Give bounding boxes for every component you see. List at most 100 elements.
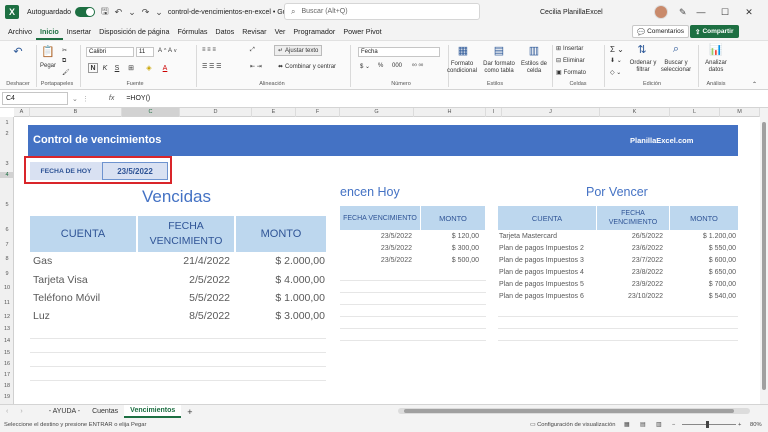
share-button[interactable]: ⇪ Compartir: [690, 25, 739, 38]
scroll-thumb[interactable]: [404, 409, 734, 413]
row-header[interactable]: 7: [0, 242, 14, 248]
table-cell[interactable]: Plan de pagos Impuestos 5: [499, 281, 584, 288]
table-cell[interactable]: $ 1.000,00: [236, 292, 325, 304]
conditional-format-icon[interactable]: ▦: [452, 44, 474, 57]
paste-button[interactable]: Pegar: [40, 63, 56, 69]
tab-datos[interactable]: Datos: [211, 24, 238, 40]
add-sheet-icon[interactable]: +: [181, 407, 198, 417]
column-header-b[interactable]: B: [30, 108, 122, 117]
table-cell[interactable]: 21/4/2022: [138, 255, 230, 267]
table-cell[interactable]: 23/10/2022: [597, 293, 663, 300]
row-header[interactable]: 15: [0, 350, 14, 356]
maximize-icon[interactable]: ☐: [714, 7, 736, 18]
column-header-e[interactable]: E: [252, 108, 296, 117]
column-header-c[interactable]: C: [122, 108, 180, 117]
table-cell[interactable]: Plan de pagos Impuestos 6: [499, 293, 584, 300]
find-select-button[interactable]: Buscar y seleccionar: [658, 60, 694, 74]
avatar[interactable]: [654, 5, 668, 19]
align-top-icon[interactable]: ≡ ≡ ≡: [202, 47, 216, 53]
minimize-icon[interactable]: —: [690, 7, 712, 17]
formula-input[interactable]: =HOY(): [126, 95, 150, 102]
zoom-slider[interactable]: [682, 424, 736, 425]
table-cell[interactable]: 23/5/2022: [340, 233, 412, 240]
table-cell[interactable]: $ 500,00: [421, 257, 479, 264]
pen-icon[interactable]: ✎: [679, 7, 687, 18]
row-header[interactable]: 10: [0, 285, 14, 291]
table-cell[interactable]: $ 120,00: [421, 233, 479, 240]
autosave-toggle[interactable]: [74, 7, 95, 17]
zoom-level[interactable]: 80%: [750, 422, 762, 428]
tab-disposicion[interactable]: Disposición de página: [95, 24, 173, 40]
row-header[interactable]: 1: [0, 120, 14, 126]
font-color-icon[interactable]: A: [160, 63, 170, 73]
table-cell[interactable]: 23/8/2022: [597, 269, 663, 276]
row-header[interactable]: 3: [0, 161, 14, 167]
zoom-slider-thumb[interactable]: [706, 421, 709, 428]
row-header[interactable]: 8: [0, 256, 14, 262]
orientation-icon[interactable]: ⤢: [250, 47, 255, 54]
decimal-icon[interactable]: ⁰⁰ ⁰⁰: [412, 63, 423, 70]
vertical-scrollbar[interactable]: [760, 108, 768, 404]
fx-icon[interactable]: fx: [109, 95, 114, 102]
row-header[interactable]: 2: [0, 131, 14, 137]
name-box-dropdown-icon[interactable]: ⌄: [72, 95, 78, 103]
column-header-i[interactable]: I: [486, 108, 502, 117]
underline-icon[interactable]: S: [112, 63, 122, 73]
table-cell[interactable]: 5/5/2022: [138, 292, 230, 304]
table-cell[interactable]: 23/9/2022: [597, 281, 663, 288]
paste-icon[interactable]: 📋: [40, 45, 56, 58]
table-cell[interactable]: $ 4.000,00: [236, 274, 325, 286]
format-table-icon[interactable]: ▤: [488, 44, 510, 57]
sheet-tab-vencimientos[interactable]: Vencimientos: [124, 405, 182, 418]
table-cell[interactable]: $ 540,00: [670, 293, 736, 300]
comments-button[interactable]: 💬 Comentarios: [632, 25, 689, 38]
column-header-a[interactable]: A: [14, 108, 30, 117]
table-cell[interactable]: 23/5/2022: [340, 257, 412, 264]
row-header[interactable]: 16: [0, 361, 14, 367]
row-header[interactable]: 11: [0, 300, 14, 306]
table-cell[interactable]: Plan de pagos Impuestos 3: [499, 257, 584, 264]
italic-icon[interactable]: K: [100, 63, 110, 73]
table-cell[interactable]: $ 1.200,00: [670, 233, 736, 240]
redo-icon[interactable]: ↷: [142, 7, 150, 18]
row-header[interactable]: 13: [0, 326, 14, 332]
column-header-f[interactable]: F: [296, 108, 340, 117]
column-header-j[interactable]: J: [502, 108, 600, 117]
clear-icon[interactable]: ◇ ⌄: [610, 69, 621, 76]
column-header-k[interactable]: K: [600, 108, 670, 117]
table-cell[interactable]: 23/6/2022: [597, 245, 663, 252]
tab-inicio[interactable]: Inicio: [35, 24, 63, 40]
column-header-h[interactable]: H: [414, 108, 486, 117]
table-cell[interactable]: Tarjeta Visa: [33, 274, 88, 286]
percent-icon[interactable]: %: [378, 63, 383, 69]
page-layout-icon[interactable]: ▤: [640, 422, 645, 428]
sort-filter-button[interactable]: Ordenar y filtrar: [626, 60, 660, 74]
borders-icon[interactable]: ⊞: [126, 63, 136, 73]
table-cell[interactable]: 23/5/2022: [340, 245, 412, 252]
analyze-data-icon[interactable]: 📊: [706, 43, 726, 56]
column-header-l[interactable]: L: [670, 108, 720, 117]
find-select-icon[interactable]: ⌕: [666, 43, 686, 56]
tab-archivo[interactable]: Archivo: [4, 24, 36, 40]
search-input[interactable]: ⌕ Buscar (Alt+Q): [284, 3, 480, 20]
font-name-select[interactable]: Calibri: [86, 47, 134, 57]
cell-styles-button[interactable]: Estilos de celda: [520, 61, 548, 75]
grow-font-icon[interactable]: A ^: [158, 48, 166, 54]
conditional-format-button[interactable]: Formato condicional: [442, 61, 482, 75]
sheet-tab-ayuda[interactable]: - AYUDA -: [43, 408, 86, 415]
table-cell[interactable]: $ 550,00: [670, 245, 736, 252]
column-header-g[interactable]: G: [340, 108, 414, 117]
merge-center-button[interactable]: ⬌ Combinar y centrar: [278, 63, 336, 71]
cell-styles-icon[interactable]: ▥: [524, 44, 544, 57]
horizontal-scrollbar[interactable]: [398, 408, 750, 414]
sheet-tab-cuentas[interactable]: Cuentas: [86, 408, 124, 415]
worksheet-grid[interactable]: A B C D E F G H I J K L M 1 2 3 4 5 6 7 …: [0, 108, 760, 404]
format-painter-icon[interactable]: 🖌: [62, 69, 70, 76]
table-cell[interactable]: 26/5/2022: [597, 233, 663, 240]
row-header[interactable]: 4: [0, 172, 14, 178]
indent-icon[interactable]: ⇤ ⇥: [250, 63, 262, 70]
scroll-thumb[interactable]: [762, 122, 766, 390]
close-icon[interactable]: ✕: [738, 7, 760, 18]
table-cell[interactable]: $ 650,00: [670, 269, 736, 276]
zoom-in-icon[interactable]: +: [738, 422, 741, 428]
